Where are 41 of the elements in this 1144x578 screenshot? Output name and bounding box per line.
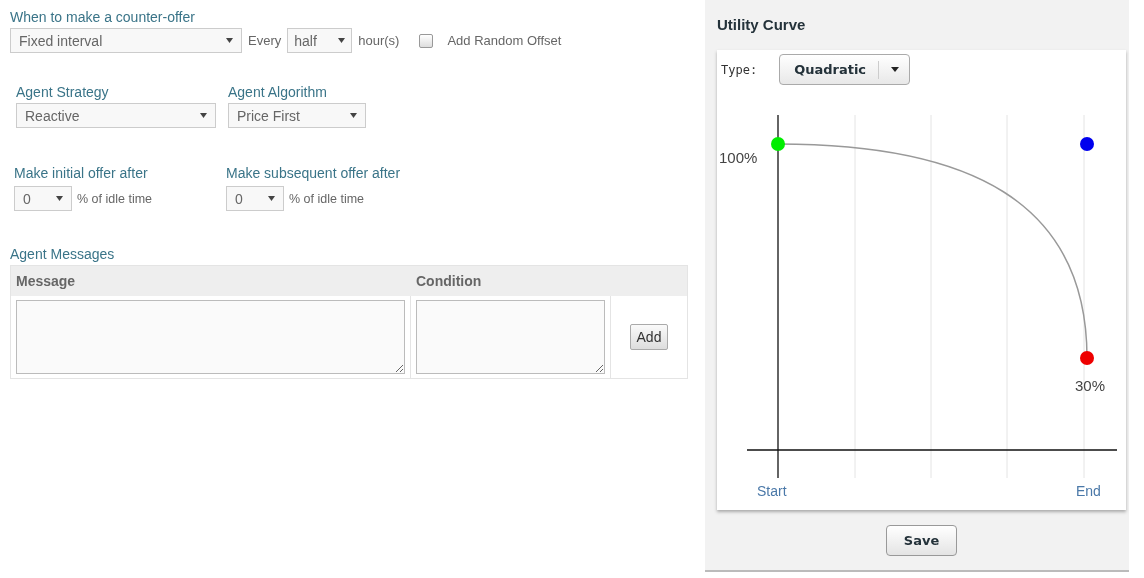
- condition-input[interactable]: [416, 300, 605, 374]
- unit-label: hour(s): [358, 33, 400, 48]
- curve-type-dropdown[interactable]: Quadratic: [779, 54, 911, 85]
- suffix-label: % of idle time: [289, 191, 365, 206]
- caret-icon: [350, 113, 357, 118]
- axis-label: 30%: [1075, 377, 1106, 394]
- field-label: Make initial offer after: [14, 164, 149, 182]
- suffix-label: % of idle time: [77, 191, 153, 206]
- strategy-dropdown[interactable]: Reactive: [16, 103, 216, 128]
- percent-dropdown[interactable]: 0: [226, 186, 284, 211]
- curve-handle[interactable]: [771, 137, 785, 151]
- panel-title: Utility Curve: [717, 16, 807, 34]
- interval-dropdown[interactable]: half: [287, 28, 353, 53]
- axis-label: Start: [757, 483, 787, 499]
- message-input[interactable]: [16, 300, 405, 374]
- caret-icon: [56, 196, 63, 201]
- axis-label: 100%: [719, 149, 758, 166]
- column-header: Condition: [415, 273, 483, 289]
- caret-icon: [226, 38, 233, 43]
- algorithm-dropdown[interactable]: Price First: [228, 103, 366, 128]
- field-label: Make subsequent offer after: [226, 164, 401, 182]
- axis-label: End: [1076, 483, 1101, 499]
- caret-icon: [891, 67, 900, 72]
- checkbox[interactable]: [419, 33, 434, 48]
- percent-dropdown[interactable]: 0: [14, 186, 72, 211]
- field-label: When to make a counter-offer: [10, 8, 196, 26]
- checkbox-label: Add Random Offset: [447, 33, 562, 48]
- section-title: Agent Messages: [10, 245, 116, 263]
- interval-mode-dropdown[interactable]: Fixed interval: [10, 28, 242, 53]
- curve-handle[interactable]: [1080, 351, 1094, 365]
- field-label: Agent Strategy: [16, 83, 110, 101]
- caret-icon: [268, 196, 275, 201]
- add-button[interactable]: Add: [629, 324, 669, 350]
- field-label: Agent Algorithm: [228, 83, 328, 101]
- curve-handle[interactable]: [1080, 137, 1094, 151]
- column-header: Message: [15, 273, 77, 289]
- caret-icon: [200, 113, 207, 118]
- type-label: Type:: [721, 62, 758, 77]
- caret-icon: [338, 38, 346, 43]
- save-button[interactable]: Save: [885, 525, 958, 556]
- every-label: Every: [248, 33, 282, 48]
